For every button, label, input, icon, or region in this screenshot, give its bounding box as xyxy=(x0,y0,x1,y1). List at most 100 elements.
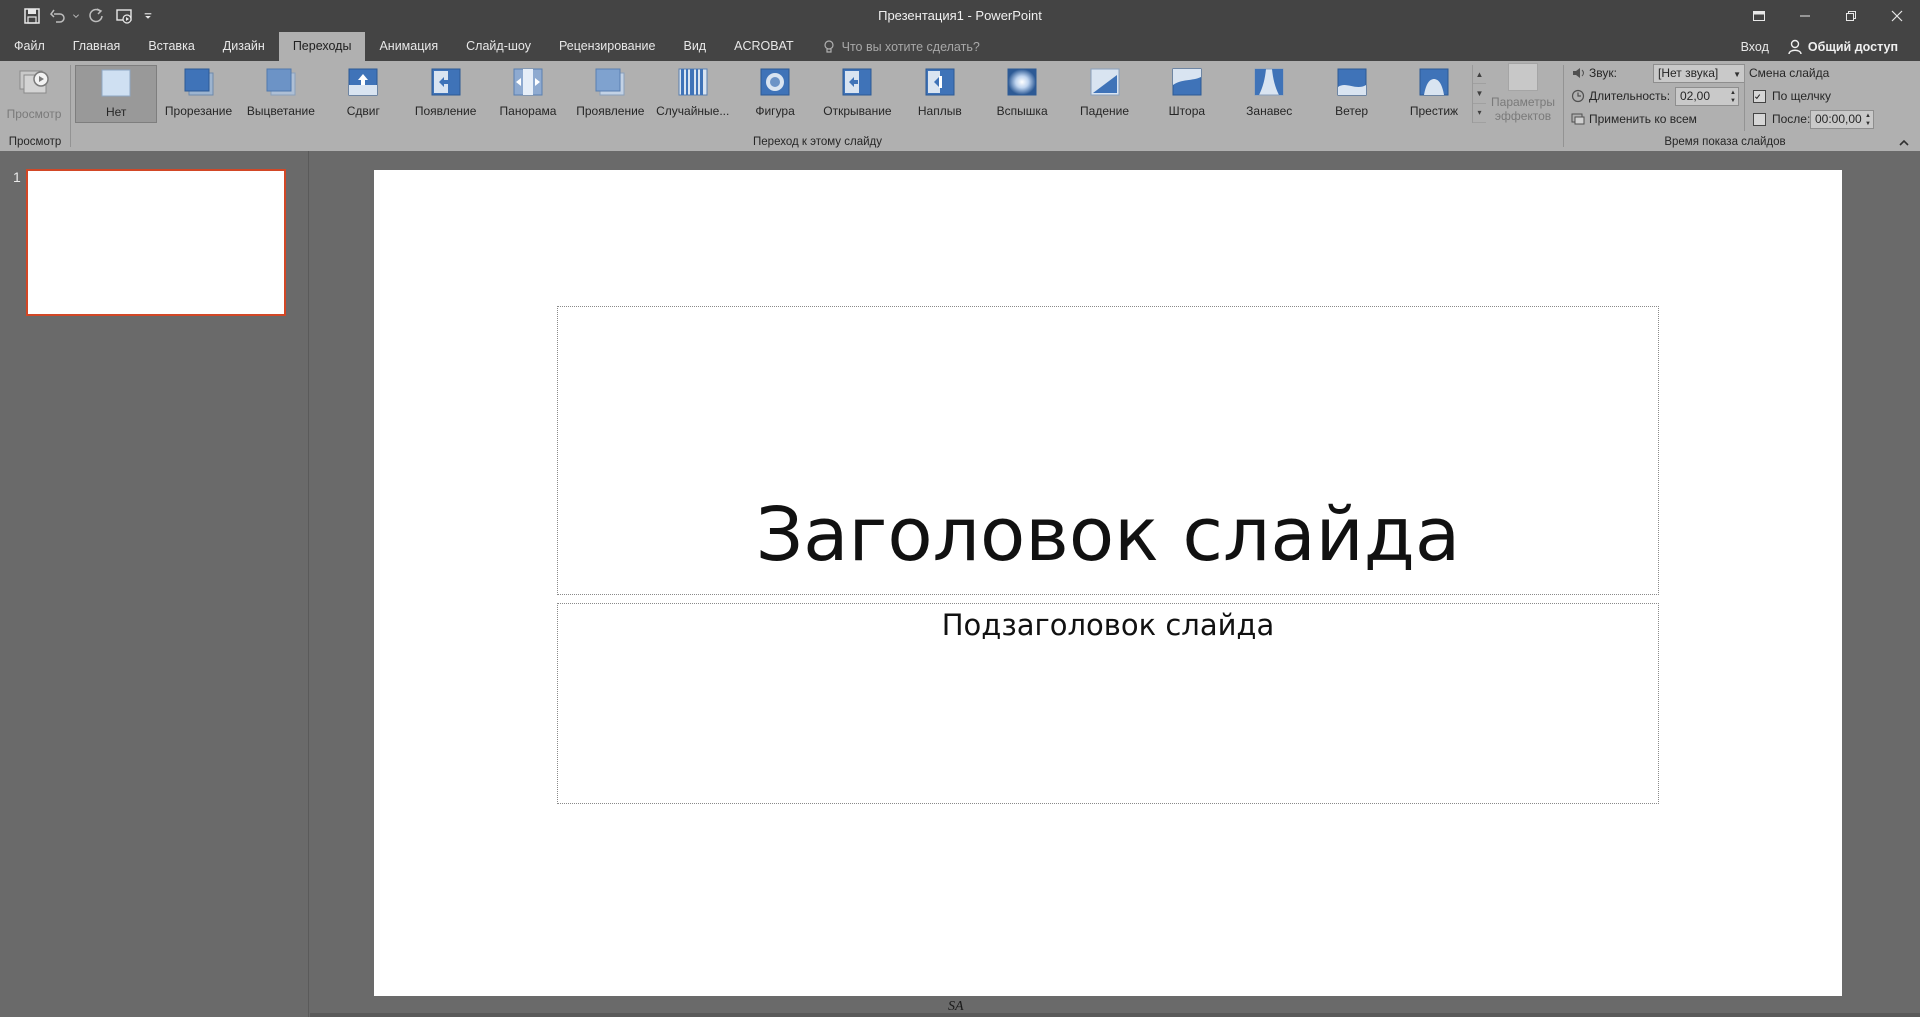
speaker-icon xyxy=(1573,68,1584,78)
tab-transitions[interactable]: Переходы xyxy=(278,32,366,61)
transition-prestige[interactable]: Престиж xyxy=(1393,65,1475,123)
transition-drape-icon xyxy=(1172,68,1202,96)
preview-button[interactable]: Просмотр xyxy=(2,63,66,133)
apply-to-all-button[interactable]: Применить ко всем xyxy=(1571,109,1697,129)
gallery-more-button[interactable]: ▾ xyxy=(1473,104,1486,123)
slide-subtitle-text: Подзаголовок слайда xyxy=(941,608,1275,642)
duration-label: Длительность: xyxy=(1589,89,1671,103)
customize-qat-button[interactable] xyxy=(138,2,158,30)
transition-cut[interactable]: Прорезание xyxy=(157,65,239,123)
on-click-checkbox[interactable]: По щелчку xyxy=(1753,86,1831,106)
tab-view[interactable]: Вид xyxy=(669,32,720,61)
share-label: Общий доступ xyxy=(1807,39,1898,54)
sound-row: Звук: [Нет звука] ▼ xyxy=(1571,63,1745,83)
title-placeholder[interactable]: Заголовок слайда xyxy=(557,306,1659,595)
checkbox-checked[interactable] xyxy=(1753,89,1766,103)
after-checkbox[interactable] xyxy=(1753,112,1766,126)
redo-button[interactable] xyxy=(82,2,110,30)
minimize-button[interactable] xyxy=(1782,0,1828,32)
slide-thumbnails-pane: 1 xyxy=(0,151,309,1017)
advance-slide-title-text: Смена слайда xyxy=(1749,66,1830,80)
transition-label: Выцветание xyxy=(246,104,315,118)
subtitle-placeholder[interactable]: Подзаголовок слайда xyxy=(557,603,1659,804)
quick-access-toolbar xyxy=(0,0,158,32)
transitions-gallery: Нет Прорезание Выцветание Сдвиг Появлени… xyxy=(75,65,1475,123)
slide-canvas[interactable]: Заголовок слайда Подзаголовок слайда xyxy=(374,170,1842,996)
person-icon xyxy=(1788,39,1802,54)
transition-curtains[interactable]: Занавес xyxy=(1228,65,1310,123)
transition-flash-icon xyxy=(1007,68,1037,96)
transition-fade-icon xyxy=(266,68,296,96)
transition-wind[interactable]: Ветер xyxy=(1310,65,1392,123)
transition-cover[interactable]: Наплыв xyxy=(899,65,981,123)
transition-flash[interactable]: Вспышка xyxy=(981,65,1063,123)
transition-fall-over[interactable]: Падение xyxy=(1063,65,1145,123)
apply-to-all-label: Применить ко всем xyxy=(1589,112,1697,126)
close-icon xyxy=(1891,10,1903,22)
transition-cut-icon xyxy=(184,68,214,96)
transition-random-bars[interactable]: Случайные... xyxy=(652,65,734,123)
transition-label: Ветер xyxy=(1335,104,1369,118)
watermark: SA xyxy=(948,999,964,1014)
tab-file[interactable]: Файл xyxy=(0,32,59,61)
ribbon-display-options-button[interactable] xyxy=(1736,0,1782,32)
slide-editing-area: Заголовок слайда Подзаголовок слайда xyxy=(310,151,1920,1017)
tab-insert[interactable]: Вставка xyxy=(134,32,208,61)
preview-group-label: Просмотр xyxy=(8,136,62,148)
after-time-stepper[interactable]: 00:00,00 ▲ ▼ xyxy=(1810,109,1874,129)
window-title: Презентация1 - PowerPoint xyxy=(878,8,1042,23)
tab-review[interactable]: Рецензирование xyxy=(545,32,670,61)
after-row: После: 00:00,00 ▲ ▼ xyxy=(1753,109,1874,129)
spinner-icon: ▲ ▼ xyxy=(1865,112,1871,127)
tab-animations[interactable]: Анимация xyxy=(365,32,452,61)
tab-slideshow[interactable]: Слайд-шоу xyxy=(452,32,545,61)
sound-select[interactable]: [Нет звука] ▼ xyxy=(1653,63,1745,83)
group-separator xyxy=(70,65,71,147)
transition-split[interactable]: Панорама xyxy=(487,65,569,123)
transition-reveal-icon xyxy=(595,68,625,96)
sign-in-link[interactable]: Вход xyxy=(1727,40,1783,54)
transition-label: Вспышка xyxy=(996,104,1048,118)
slide-thumbnail[interactable] xyxy=(26,169,286,316)
duration-stepper[interactable]: 02,00 ▲ ▼ xyxy=(1675,86,1739,106)
undo-dropdown-button[interactable] xyxy=(70,2,82,30)
transition-wind-icon xyxy=(1337,68,1367,96)
tell-me-search[interactable]: Что вы хотите сделать? xyxy=(808,32,980,61)
effect-options-label-line2: эффектов xyxy=(1494,109,1552,123)
tab-acrobat[interactable]: ACROBAT xyxy=(720,32,808,61)
transition-reveal[interactable]: Проявление xyxy=(569,65,651,123)
gallery-scroll-up-button[interactable]: ▲ xyxy=(1473,65,1486,85)
transition-push[interactable]: Сдвиг xyxy=(322,65,404,123)
collapse-ribbon-icon[interactable] xyxy=(1898,137,1910,149)
transition-label: Нет xyxy=(105,105,127,119)
transition-label: Проявление xyxy=(576,104,645,118)
transition-fade[interactable]: Выцветание xyxy=(240,65,322,123)
account-area: Вход Общий доступ xyxy=(1727,32,1920,61)
timing-group-label: Время показа слайдов xyxy=(1664,136,1786,148)
ribbon-transitions-panel: Просмотр Просмотр Нет Прорезание Выцвета… xyxy=(0,61,1920,151)
save-button[interactable] xyxy=(18,2,46,30)
sound-value: [Нет звука] xyxy=(1658,66,1719,80)
advance-slide-title: Смена слайда xyxy=(1749,63,1829,83)
transition-shape[interactable]: Фигура xyxy=(734,65,816,123)
tab-design[interactable]: Дизайн xyxy=(209,32,279,61)
transition-wipe[interactable]: Появление xyxy=(404,65,486,123)
transition-none[interactable]: Нет xyxy=(75,65,158,123)
close-button[interactable] xyxy=(1874,0,1920,32)
minimize-icon xyxy=(1800,15,1810,17)
effect-options-icon xyxy=(1508,63,1538,91)
restore-button[interactable] xyxy=(1828,0,1874,32)
start-slideshow-button[interactable] xyxy=(110,2,138,30)
tab-home[interactable]: Главная xyxy=(59,32,135,61)
customize-icon xyxy=(144,13,152,19)
effect-options-button[interactable]: Параметры эффектов xyxy=(1488,63,1558,133)
share-button[interactable]: Общий доступ xyxy=(1783,39,1920,55)
gallery-scroll-down-button[interactable]: ▼ xyxy=(1473,84,1486,104)
transition-shape-icon xyxy=(760,68,790,96)
transition-label: Прорезание xyxy=(164,104,233,118)
transition-uncover[interactable]: Открывание xyxy=(816,65,898,123)
undo-button[interactable] xyxy=(46,2,70,30)
transition-prestige-icon xyxy=(1419,68,1449,96)
transition-none-icon xyxy=(101,69,131,97)
transition-drape[interactable]: Штора xyxy=(1146,65,1228,123)
